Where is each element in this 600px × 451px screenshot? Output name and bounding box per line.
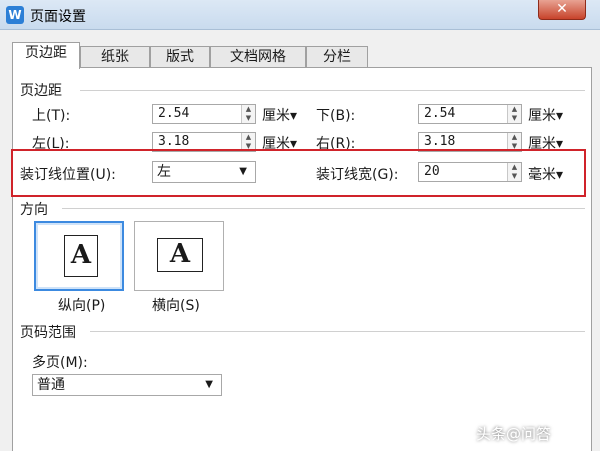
tab-doc-grid[interactable]: 文档网格	[210, 46, 306, 68]
divider	[62, 208, 585, 209]
landscape-label: 横向(S)	[152, 298, 200, 314]
bottom-margin-value: 2.54	[424, 106, 456, 121]
gutter-width-unit[interactable]: 毫米▾	[528, 164, 563, 184]
divider	[80, 90, 585, 91]
divider	[90, 331, 585, 332]
chevron-down-icon[interactable]: ▼	[239, 162, 247, 182]
gutter-width-spinner[interactable]: 20 ▲ ▼	[418, 162, 522, 182]
title-bar: W 页面设置 ✕	[0, 0, 600, 30]
tab-margins[interactable]: 页边距	[12, 42, 80, 69]
multi-pages-value: 普通	[37, 377, 65, 393]
spinner-arrows-icon[interactable]: ▲ ▼	[507, 163, 521, 181]
top-margin-label: 上(T):	[32, 108, 71, 124]
tab-layout[interactable]: 版式	[150, 46, 210, 68]
right-margin-value: 3.18	[424, 134, 456, 149]
portrait-page-icon: A	[64, 235, 98, 277]
watermark: 头条@问答	[476, 425, 552, 443]
chevron-down-icon[interactable]: ▼	[205, 375, 213, 395]
gutter-width-value: 20	[424, 164, 440, 179]
close-button[interactable]: ✕	[538, 0, 586, 20]
landscape-page-icon: A	[157, 238, 203, 272]
multi-pages-label: 多页(M):	[32, 355, 88, 371]
spinner-arrows-icon[interactable]: ▲ ▼	[241, 105, 255, 123]
tab-columns[interactable]: 分栏	[306, 46, 368, 68]
gutter-position-value: 左	[157, 164, 171, 180]
top-margin-spinner[interactable]: 2.54 ▲ ▼	[152, 104, 256, 124]
landscape-option[interactable]: A	[134, 221, 224, 291]
left-margin-value: 3.18	[158, 134, 190, 149]
margins-group-label: 页边距	[20, 80, 66, 100]
spinner-arrows-icon[interactable]: ▲ ▼	[507, 105, 521, 123]
multi-pages-select[interactable]: 普通 ▼	[32, 374, 222, 396]
tab-paper[interactable]: 纸张	[80, 46, 150, 68]
window-title: 页面设置	[30, 9, 86, 25]
gutter-position-select[interactable]: 左 ▼	[152, 161, 256, 183]
gutter-position-label: 装订线位置(U):	[20, 167, 116, 183]
portrait-option[interactable]: A	[34, 221, 124, 291]
gutter-width-label: 装订线宽(G):	[316, 167, 399, 183]
app-icon: W	[6, 6, 24, 24]
pages-group-label: 页码范围	[20, 322, 80, 342]
bottom-margin-spinner[interactable]: 2.54 ▲ ▼	[418, 104, 522, 124]
top-margin-unit[interactable]: 厘米▾	[262, 105, 297, 125]
bottom-margin-label: 下(B):	[316, 108, 356, 124]
bottom-margin-unit[interactable]: 厘米▾	[528, 105, 563, 125]
portrait-label: 纵向(P)	[58, 298, 106, 314]
orientation-group-label: 方向	[20, 199, 52, 219]
top-margin-value: 2.54	[158, 106, 190, 121]
